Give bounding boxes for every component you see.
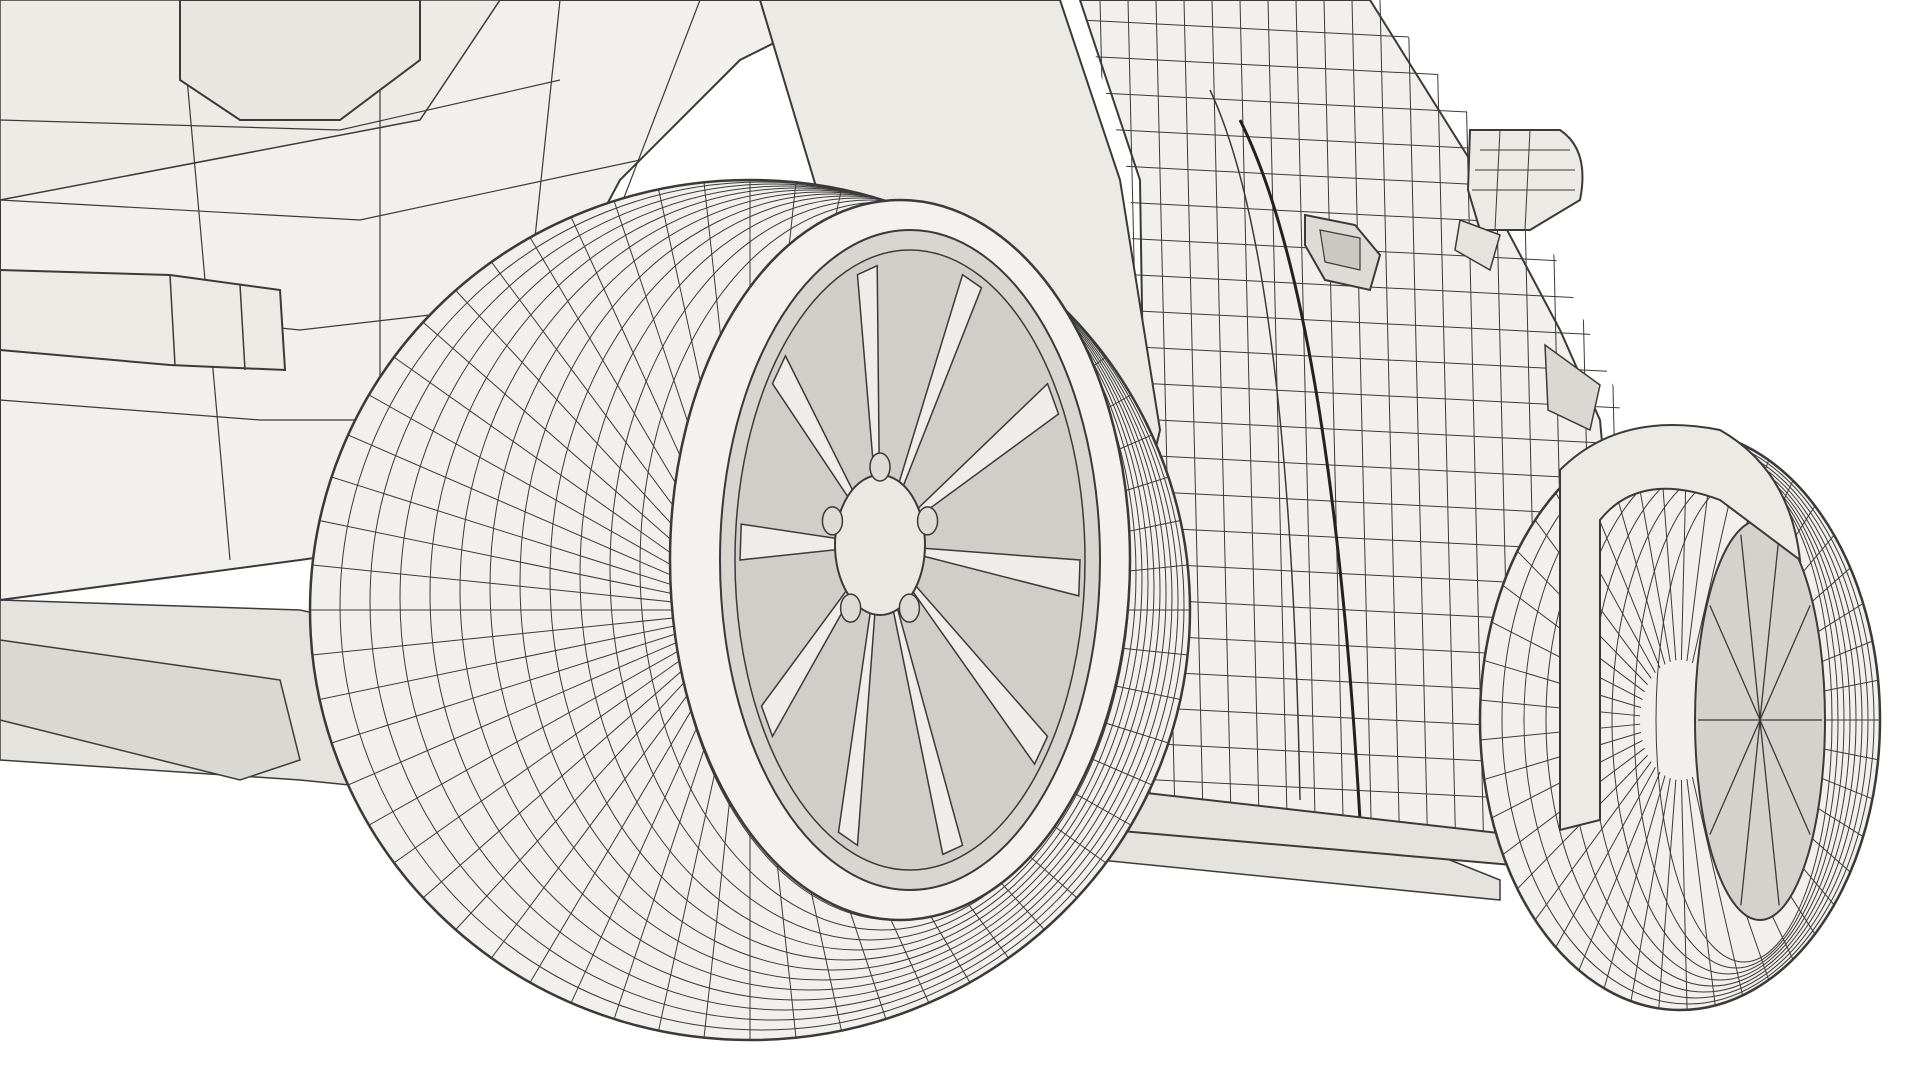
lug-nut <box>821 506 844 536</box>
lug-nut <box>839 593 862 623</box>
lug-nut <box>869 452 891 482</box>
lug-nut <box>898 593 921 623</box>
render-viewport <box>0 0 1920 1080</box>
wireframe-car-render <box>0 0 1920 1080</box>
front-wheel-rim <box>719 229 1101 891</box>
lug-nut <box>916 506 939 536</box>
